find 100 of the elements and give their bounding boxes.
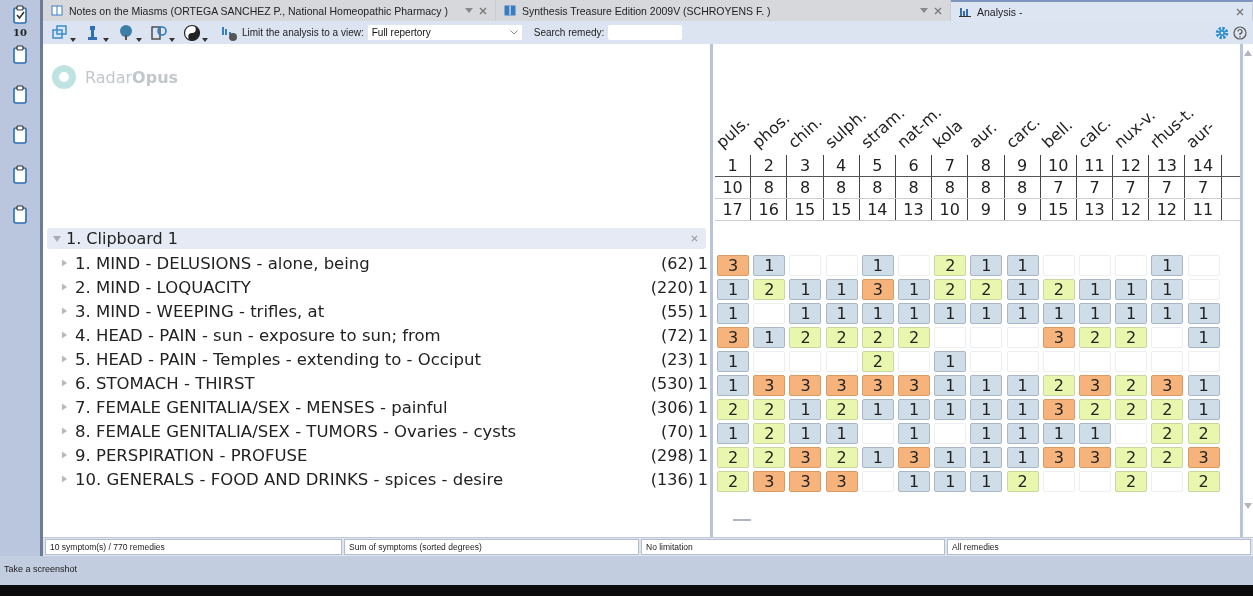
dropdown-icon[interactable] [920, 8, 928, 13]
grade-cell[interactable]: 3 [1078, 446, 1111, 468]
clipboard-icon[interactable] [12, 164, 28, 185]
grade-cell[interactable]: 2 [1115, 374, 1148, 396]
tab[interactable]: Synthesis Treasure Edition 2009V (SCHROYENS F. ) [496, 0, 951, 21]
grade-cell[interactable]: 3 [789, 374, 822, 396]
grade-cell[interactable]: 2 [753, 398, 786, 420]
grade-cell[interactable]: 1 [970, 446, 1003, 468]
scroll-down-icon[interactable] [1244, 503, 1252, 509]
remedy-name[interactable]: calc. [1074, 113, 1115, 152]
expand-arrow-icon[interactable] [61, 331, 68, 339]
grade-cell[interactable]: 3 [825, 470, 858, 492]
expand-arrow-icon[interactable] [61, 259, 68, 267]
scroll-up-icon[interactable] [1244, 50, 1252, 56]
grade-cell[interactable]: 1 [1151, 302, 1184, 324]
grade-cell[interactable]: 1 [970, 422, 1003, 444]
grade-cell[interactable]: 1 [1078, 278, 1111, 300]
grade-cell[interactable]: 3 [717, 326, 750, 348]
expand-arrow-icon[interactable] [61, 403, 68, 411]
grade-cell[interactable]: 1 [1042, 302, 1075, 324]
grade-cell[interactable]: 2 [1115, 326, 1148, 348]
symptom-text[interactable]: 1. MIND - DELUSIONS - alone, being [75, 253, 370, 273]
symptom-text[interactable]: 10. GENERALS - FOOD AND DRINKS - spices - desire [75, 469, 504, 489]
remedy-name[interactable]: aur. [965, 117, 1001, 152]
toolbar-button[interactable] [181, 23, 210, 42]
expand-arrow-icon[interactable] [61, 355, 68, 363]
symptom-text[interactable]: 3. MIND - WEEPING - trifles, at [75, 301, 325, 321]
grade-cell[interactable]: 2 [717, 398, 750, 420]
grade-cell[interactable]: 1 [1151, 254, 1184, 276]
grade-cell[interactable]: 2 [717, 446, 750, 468]
grade-cell[interactable]: 2 [1042, 278, 1075, 300]
grade-cell[interactable]: 1 [1187, 374, 1220, 396]
grade-cell[interactable]: 1 [1151, 278, 1184, 300]
grade-cell[interactable]: 1 [934, 470, 967, 492]
grade-cell[interactable]: 2 [1115, 446, 1148, 468]
grade-cell[interactable]: 3 [1042, 326, 1075, 348]
symptom-text[interactable]: 5. HEAD - PAIN - Temples - extending to - Occiput [75, 349, 481, 369]
grade-cell[interactable]: 2 [898, 326, 931, 348]
grade-cell[interactable]: 1 [1006, 302, 1039, 324]
grade-cell[interactable]: 1 [1078, 302, 1111, 324]
grade-cell[interactable]: 1 [789, 422, 822, 444]
grade-cell[interactable]: 1 [1006, 422, 1039, 444]
grade-cell[interactable]: 1 [898, 278, 931, 300]
grade-cell[interactable]: 3 [861, 374, 894, 396]
grade-cell[interactable]: 2 [934, 254, 967, 276]
symptom-text[interactable]: 9. PERSPIRATION - PROFUSE [75, 445, 308, 465]
grade-cell[interactable]: 1 [934, 374, 967, 396]
tab[interactable]: Notes on the Miasms (ORTEGA SANCHEZ P., National Homeopathic Pharmacy ) [43, 0, 496, 21]
grade-cell[interactable]: 1 [1187, 398, 1220, 420]
expand-arrow-icon[interactable] [61, 451, 68, 459]
grade-cell[interactable]: 1 [1006, 398, 1039, 420]
grade-cell[interactable]: 2 [1187, 422, 1220, 444]
clipboard-check-icon[interactable] [12, 4, 28, 25]
grade-cell[interactable]: 1 [717, 374, 750, 396]
grade-cell[interactable]: 3 [789, 470, 822, 492]
grade-cell[interactable]: 1 [934, 350, 967, 372]
expand-arrow-icon[interactable] [61, 379, 68, 387]
tab[interactable]: Analysis - [951, 0, 1253, 21]
expand-arrow-icon[interactable] [61, 283, 68, 291]
grade-cell[interactable]: 1 [753, 326, 786, 348]
grade-cell[interactable]: 2 [825, 446, 858, 468]
grade-cell[interactable]: 3 [898, 374, 931, 396]
grade-cell[interactable]: 1 [717, 302, 750, 324]
grade-cell[interactable]: 2 [753, 278, 786, 300]
view-dropdown[interactable]: Full repertory [367, 25, 522, 40]
grade-cell[interactable]: 3 [825, 374, 858, 396]
clipboard-icon[interactable] [12, 84, 28, 105]
grade-cell[interactable]: 1 [717, 278, 750, 300]
clipboard-icon[interactable] [12, 124, 28, 145]
grade-cell[interactable]: 1 [1187, 302, 1220, 324]
close-icon[interactable] [934, 6, 942, 15]
grade-cell[interactable]: 2 [825, 398, 858, 420]
expand-arrow-icon[interactable] [61, 475, 68, 483]
toolbar-button[interactable] [148, 23, 177, 42]
symptom-text[interactable]: 7. FEMALE GENITALIA/SEX - MENSES - painful [75, 397, 448, 417]
grade-cell[interactable]: 1 [789, 278, 822, 300]
grade-cell[interactable]: 3 [1042, 446, 1075, 468]
grade-cell[interactable]: 1 [898, 470, 931, 492]
grade-cell[interactable]: 1 [1078, 422, 1111, 444]
grade-cell[interactable]: 2 [1042, 374, 1075, 396]
grade-cell[interactable]: 3 [861, 278, 894, 300]
grade-cell[interactable]: 3 [789, 446, 822, 468]
grade-cell[interactable]: 1 [825, 302, 858, 324]
grade-cell[interactable]: 2 [753, 446, 786, 468]
grade-cell[interactable]: 2 [1115, 398, 1148, 420]
expand-arrow-icon[interactable] [61, 427, 68, 435]
grade-cell[interactable]: 1 [789, 398, 822, 420]
grade-cell[interactable]: 1 [861, 398, 894, 420]
grade-cell[interactable]: 1 [970, 374, 1003, 396]
help-icon[interactable] [1233, 25, 1247, 40]
dropdown-icon[interactable] [465, 8, 473, 13]
grade-cell[interactable]: 2 [1078, 326, 1111, 348]
settings-icon[interactable] [1215, 25, 1229, 40]
grade-cell[interactable]: 1 [1006, 254, 1039, 276]
grade-cell[interactable]: 1 [1006, 278, 1039, 300]
grade-cell[interactable]: 1 [970, 470, 1003, 492]
symptom-text[interactable]: 4. HEAD - PAIN - sun - exposure to sun; from [75, 325, 441, 345]
grade-cell[interactable]: 2 [717, 470, 750, 492]
grade-cell[interactable]: 3 [717, 254, 750, 276]
expand-arrow-icon[interactable] [61, 307, 68, 315]
